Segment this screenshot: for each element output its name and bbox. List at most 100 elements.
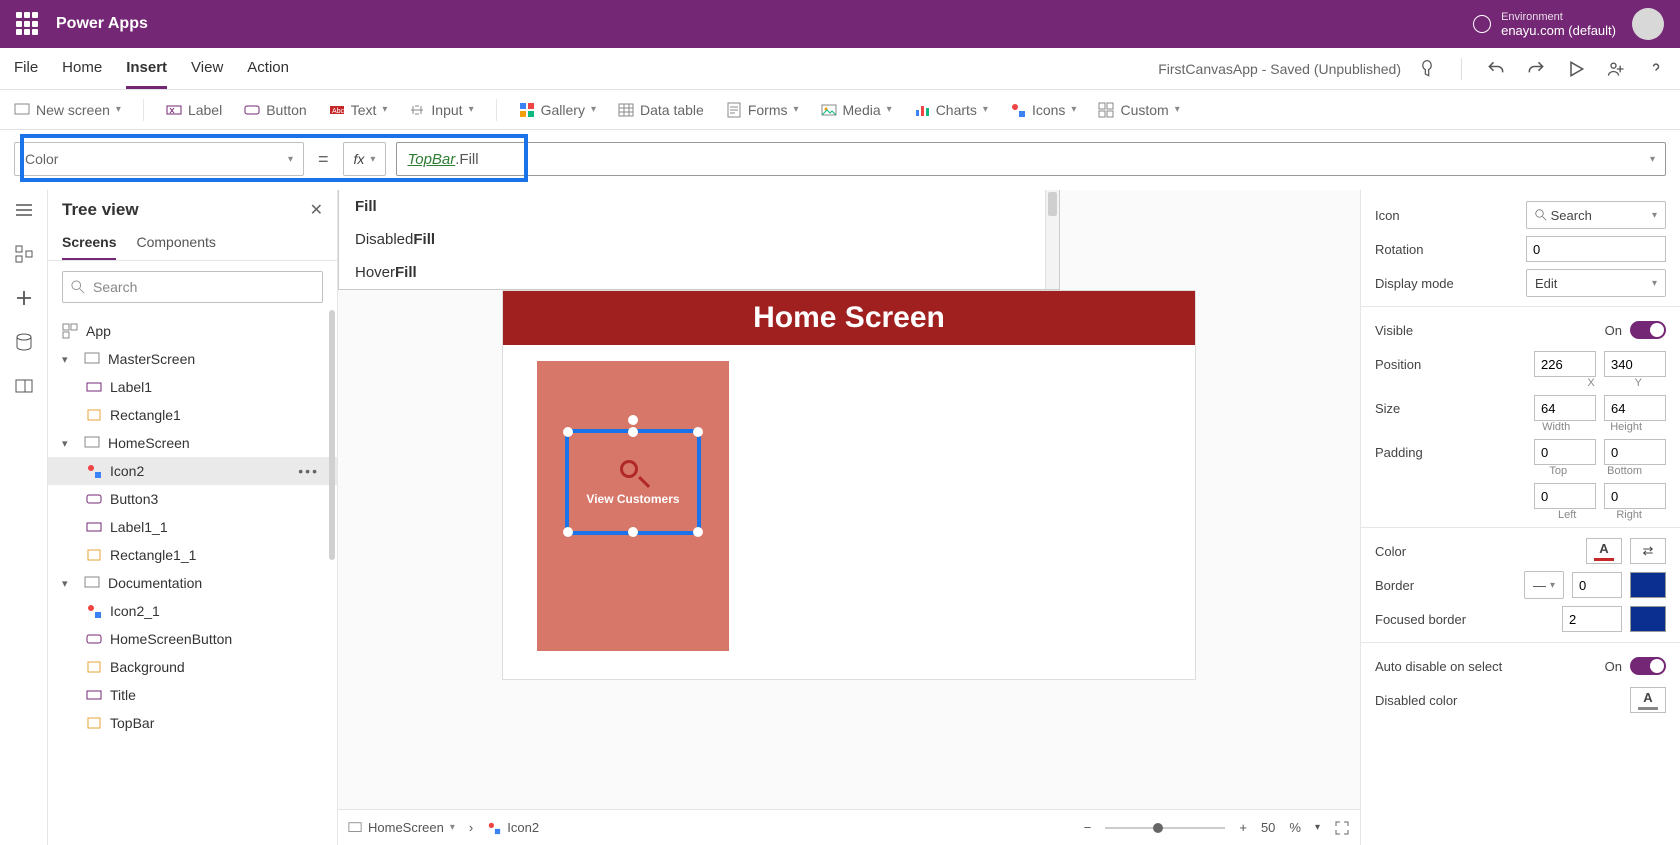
close-icon[interactable]: ✕ [310,200,323,220]
tree-item-rectangle1[interactable]: Rectangle1 [48,401,337,429]
play-icon[interactable] [1566,59,1586,79]
resize-handle[interactable] [693,527,703,537]
tree-item-masterscreen[interactable]: ▾ MasterScreen [48,345,337,373]
property-dropdown[interactable]: Color ▾ [14,142,304,176]
prop-visible-toggle[interactable] [1630,321,1666,339]
ribbon-charts[interactable]: Charts▾ [914,102,988,118]
zoom-out[interactable]: − [1084,820,1092,835]
autocomplete-scrollbar[interactable] [1045,190,1059,289]
breadcrumb-control[interactable]: Icon2 [487,820,539,835]
prop-padding-r[interactable] [1604,483,1666,509]
ribbon-button[interactable]: Button [244,102,306,118]
resize-handle[interactable] [563,527,573,537]
ribbon-gallery[interactable]: Gallery▾ [519,102,596,118]
prop-focusedborder-color[interactable] [1630,606,1666,632]
prop-position-y[interactable] [1604,351,1666,377]
breadcrumb-screen[interactable]: HomeScreen ▾ [348,820,455,835]
tree-item-documentation[interactable]: ▾ Documentation [48,569,337,597]
data-icon[interactable] [14,332,34,352]
redo-icon[interactable] [1526,59,1546,79]
avatar[interactable] [1632,8,1664,40]
tree-view-icon[interactable] [14,244,34,264]
tools-icon[interactable] [14,420,34,440]
fx-dropdown[interactable]: fx ▾ [343,142,387,176]
autocomplete-item[interactable]: HoverFill [339,256,1059,289]
prop-border-width[interactable] [1572,572,1622,598]
tree-item-icon2-1[interactable]: Icon2_1 [48,597,337,625]
prop-disabledcolor-button[interactable]: A [1630,687,1666,713]
more-icon[interactable]: ••• [298,463,319,479]
tab-components[interactable]: Components [136,226,215,260]
globe-icon [1473,15,1491,33]
help-icon[interactable] [1646,59,1666,79]
media-rail-icon[interactable] [14,376,34,396]
prop-padding-t[interactable] [1534,439,1596,465]
prop-padding-l[interactable] [1534,483,1596,509]
formula-member: .Fill [455,151,478,168]
menu-action[interactable]: Action [247,49,289,89]
app-checker-icon[interactable] [1417,59,1437,79]
ribbon-datatable[interactable]: Data table [618,102,704,118]
tree-item-homescreen[interactable]: ▾ HomeScreen [48,429,337,457]
prop-rotation-input[interactable] [1526,236,1666,262]
waffle-icon[interactable] [16,12,40,36]
tree-item-icon2[interactable]: Icon2 ••• [48,457,337,485]
autocomplete-item[interactable]: DisabledFill [339,223,1059,256]
menu-insert[interactable]: Insert [126,49,167,89]
prop-padding-b[interactable] [1604,439,1666,465]
menu-home[interactable]: Home [62,49,102,89]
ribbon-new-screen[interactable]: New screen▾ [14,102,121,118]
tree-item-topbar[interactable]: TopBar [48,709,337,737]
ribbon-label[interactable]: Label [166,102,222,118]
tree-item-label1[interactable]: Label1 [48,373,337,401]
prop-position-x[interactable] [1534,351,1596,377]
prop-border-color[interactable] [1630,572,1666,598]
menu-file[interactable]: File [14,49,38,89]
autocomplete-item[interactable]: Fill [339,190,1059,223]
tree-item-button3[interactable]: Button3 [48,485,337,513]
tree-item-title[interactable]: Title [48,681,337,709]
tree-item-label1-1[interactable]: Label1_1 [48,513,337,541]
prop-size-h[interactable] [1604,395,1666,421]
resize-handle[interactable] [628,527,638,537]
prop-icon-dropdown[interactable]: Search ▾ [1526,201,1666,229]
ribbon-icons[interactable]: Icons▾ [1010,102,1077,118]
undo-icon[interactable] [1486,59,1506,79]
prop-focusedborder-width[interactable] [1562,606,1622,632]
chevron-down-icon[interactable]: ▾ [1315,822,1320,833]
rotate-handle[interactable] [628,415,638,425]
ribbon-media[interactable]: Media▾ [821,102,892,118]
tree-item-background[interactable]: Background [48,653,337,681]
insert-rail-icon[interactable] [14,288,34,308]
environment-picker[interactable]: Environment enayu.com (default) [1473,11,1616,38]
zoom-in[interactable]: + [1239,820,1247,835]
formula-input[interactable]: TopBar.Fill ▾ [396,142,1666,176]
resize-handle[interactable] [693,427,703,437]
prop-autodisable-toggle[interactable] [1630,657,1666,675]
canvas-frame[interactable]: Home Screen View Customers [502,290,1196,680]
prop-displaymode-dropdown[interactable]: Edit ▾ [1526,269,1666,297]
prop-color-button[interactable]: A [1586,538,1622,564]
share-icon[interactable] [1606,59,1626,79]
tree-item-rectangle1-1[interactable]: Rectangle1_1 [48,541,337,569]
tree-search[interactable]: Search [62,271,323,303]
prop-size-w[interactable] [1534,395,1596,421]
tree-item-homescreenbutton[interactable]: HomeScreenButton [48,625,337,653]
card-rectangle[interactable]: View Customers [537,361,729,651]
tab-screens[interactable]: Screens [62,226,116,260]
ribbon-forms[interactable]: Forms▾ [726,102,799,118]
prop-color-swap[interactable]: ⇄ [1630,538,1666,564]
menu-view[interactable]: View [191,49,223,89]
resize-handle[interactable] [563,427,573,437]
ribbon-custom[interactable]: Custom▾ [1098,102,1179,118]
hamburger-icon[interactable] [14,200,34,220]
prop-border-style[interactable]: —▾ [1524,571,1564,599]
scrollbar[interactable] [329,310,335,560]
resize-handle[interactable] [628,427,638,437]
fit-icon[interactable] [1334,820,1350,836]
ribbon-input[interactable]: Input▾ [409,102,473,118]
ribbon-text[interactable]: Abc Text▾ [329,102,388,118]
tree-item-app[interactable]: App [48,317,337,345]
zoom-slider[interactable] [1105,827,1225,829]
selected-icon-control[interactable]: View Customers [565,429,701,535]
